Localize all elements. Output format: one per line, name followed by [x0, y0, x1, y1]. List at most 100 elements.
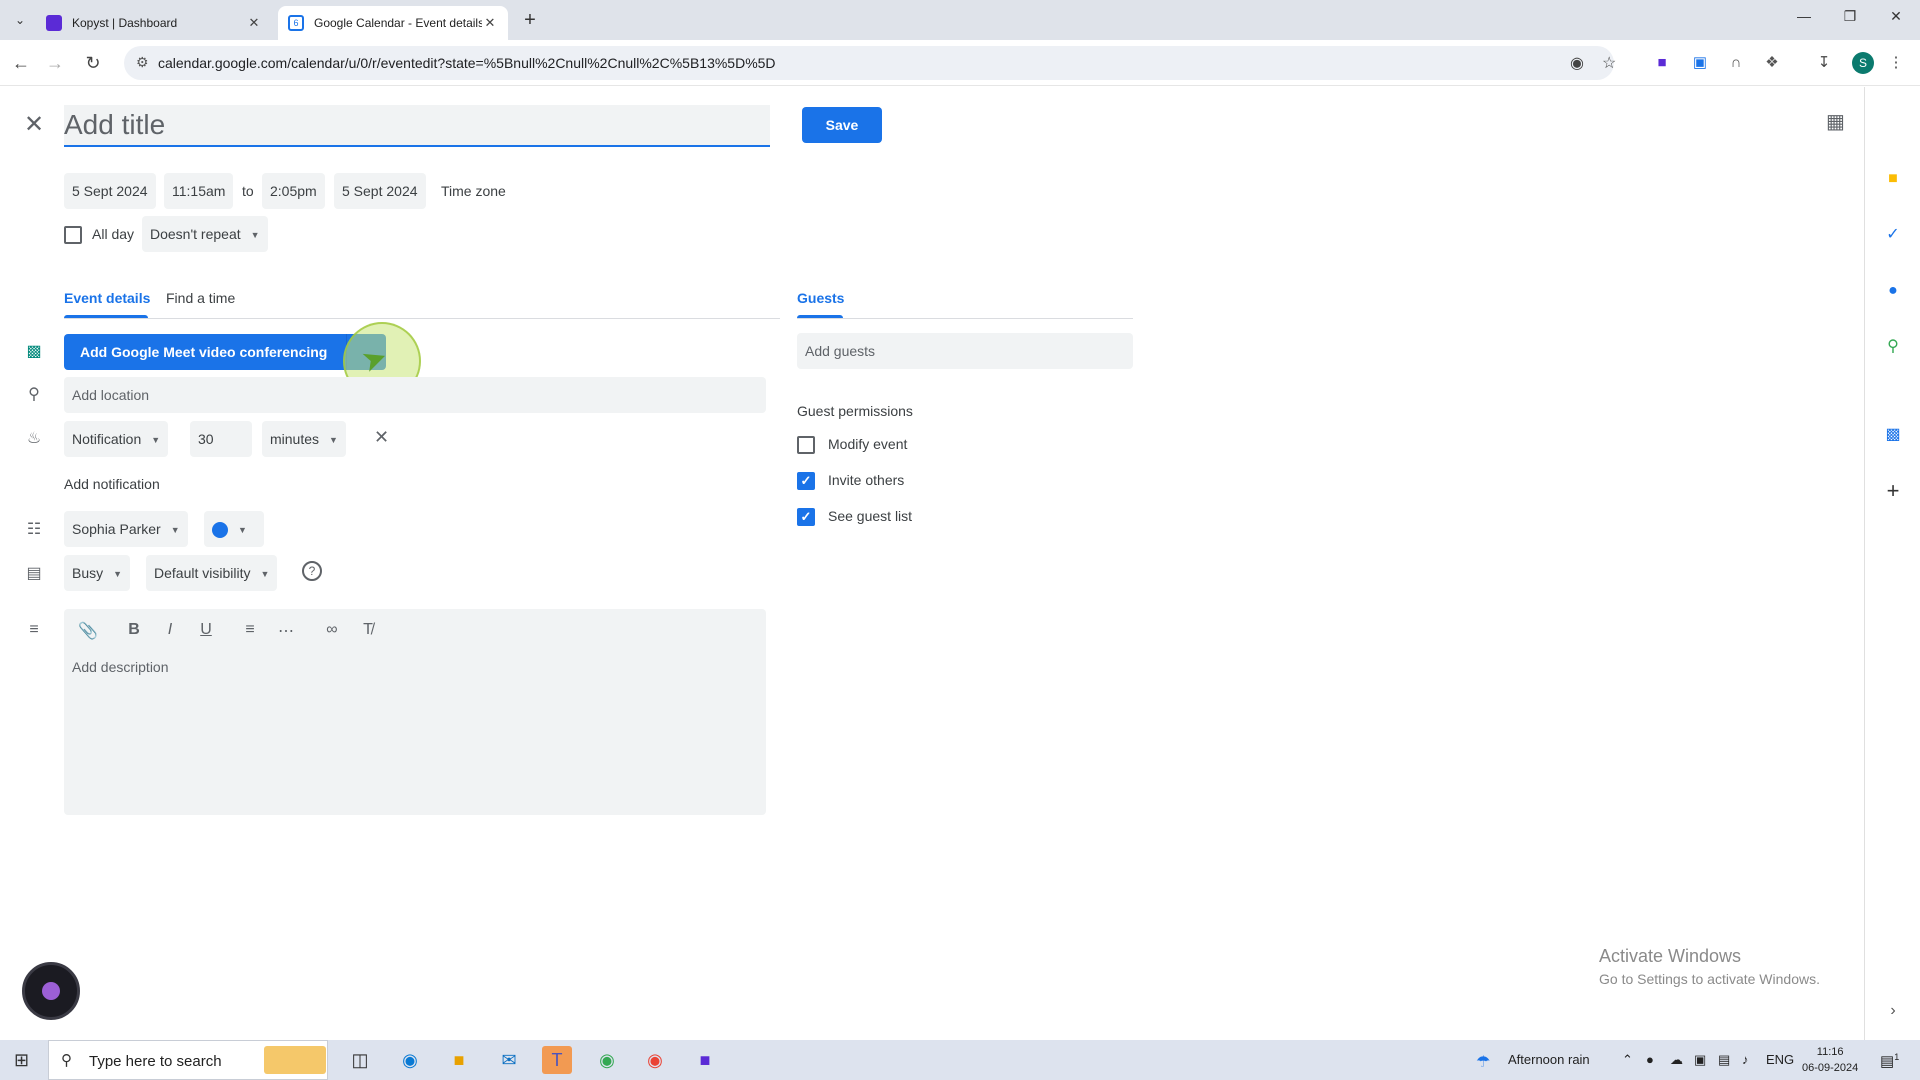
bulleted-list-icon[interactable]: ⋯: [274, 621, 298, 641]
eye-icon[interactable]: ◉: [1570, 53, 1584, 73]
remove-formatting-icon[interactable]: T̸: [356, 621, 380, 639]
modify-event-label: Modify event: [828, 436, 908, 452]
expand-panel-icon[interactable]: ›: [1883, 1001, 1903, 1021]
back-icon[interactable]: ←: [10, 52, 32, 74]
tray-expand-icon[interactable]: ⌃: [1622, 1052, 1633, 1068]
restore-icon[interactable]: ❐: [1838, 8, 1862, 25]
windows-start-icon[interactable]: ⊞: [14, 1050, 29, 1071]
browser-tab-kopyst[interactable]: Kopyst | Dashboard ✕: [36, 6, 272, 40]
close-tab-icon[interactable]: ✕: [482, 15, 498, 31]
taskbar-clock[interactable]: 11:16 06-09-2024: [1802, 1044, 1858, 1076]
screen-recorder-button[interactable]: [22, 962, 80, 1020]
teams-icon[interactable]: T: [542, 1046, 572, 1074]
close-tab-icon[interactable]: ✕: [246, 15, 262, 31]
network-icon[interactable]: ▤: [1718, 1052, 1730, 1068]
browser-profile-avatar[interactable]: S: [1852, 52, 1874, 74]
link-icon[interactable]: ∞: [320, 621, 344, 639]
extension-arc-icon[interactable]: ∩: [1726, 53, 1746, 73]
description-editor[interactable]: 📎 B I U ≡ ⋯ ∞ T̸ Add description: [64, 609, 766, 815]
add-notification-link[interactable]: Add notification: [64, 476, 160, 492]
end-time-chip[interactable]: 2:05pm: [262, 173, 325, 209]
visibility-dropdown[interactable]: Default visibility ▼: [146, 555, 278, 591]
start-time-chip[interactable]: 11:15am: [164, 173, 234, 209]
onedrive-icon[interactable]: ☁: [1670, 1052, 1683, 1068]
end-date-chip[interactable]: 5 Sept 2024: [334, 173, 426, 209]
repeat-dropdown[interactable]: Doesn't repeat ▼: [142, 216, 268, 252]
chrome-profile-icon[interactable]: ◉: [640, 1046, 670, 1074]
tray-device-icon[interactable]: ▣: [1694, 1052, 1706, 1068]
numbered-list-icon[interactable]: ≡: [238, 621, 262, 639]
bold-icon[interactable]: B: [122, 621, 146, 639]
close-window-icon[interactable]: ✕: [1884, 8, 1908, 25]
invite-others-label: Invite others: [828, 472, 905, 488]
clock-time: 11:16: [1816, 1046, 1844, 1058]
dropdown-arrow-icon: ▼: [238, 525, 247, 536]
tab-find-a-time[interactable]: Find a time: [166, 290, 235, 306]
weather-text[interactable]: Afternoon rain: [1508, 1052, 1590, 1067]
weather-icon: ☂: [1476, 1054, 1491, 1071]
search-highlight-icon[interactable]: [264, 1046, 326, 1074]
bookmark-star-icon[interactable]: ☆: [1602, 53, 1616, 73]
close-event-icon[interactable]: ✕: [24, 113, 44, 137]
help-icon[interactable]: ?: [302, 561, 322, 581]
italic-icon[interactable]: I: [158, 621, 182, 639]
kopyst-extension-icon[interactable]: ■: [1652, 53, 1672, 73]
tab-guests[interactable]: Guests: [797, 290, 844, 306]
kopyst-app-icon[interactable]: ■: [690, 1046, 720, 1074]
contacts-icon[interactable]: ●: [1883, 281, 1903, 301]
site-info-icon[interactable]: ⚙: [136, 54, 149, 71]
zoom-icon[interactable]: ▩: [1883, 425, 1903, 445]
event-color-dropdown[interactable]: ▼: [204, 511, 264, 547]
notification-value-input[interactable]: 30: [190, 421, 252, 457]
task-view-icon[interactable]: ◫: [345, 1046, 375, 1074]
all-day-checkbox[interactable]: [64, 226, 82, 244]
minimize-icon[interactable]: —: [1792, 8, 1816, 24]
notification-type-dropdown[interactable]: Notification ▼: [64, 421, 169, 457]
briefcase-icon: ▤: [26, 565, 42, 582]
notification-count: 1: [1894, 1052, 1900, 1062]
tab-event-details[interactable]: Event details: [64, 290, 150, 306]
notification-unit-dropdown[interactable]: minutes ▼: [262, 421, 346, 457]
new-tab-button[interactable]: +: [520, 10, 540, 30]
address-bar[interactable]: ⚙ calendar.google.com/calendar/u/0/r/eve…: [124, 46, 1616, 80]
kopyst-favicon-icon: [46, 15, 62, 31]
browser-menu-icon[interactable]: ⋮: [1886, 53, 1906, 73]
see-guest-list-checkbox[interactable]: ✓: [797, 508, 815, 526]
file-explorer-icon[interactable]: ■: [444, 1046, 474, 1074]
browser-tab-calendar[interactable]: 6 Google Calendar - Event details ✕: [278, 6, 508, 40]
chrome-icon[interactable]: ◉: [592, 1046, 622, 1074]
event-title-input[interactable]: [64, 105, 770, 147]
add-google-meet-button[interactable]: Add Google Meet video conferencing: [64, 334, 386, 370]
mail-icon[interactable]: ✉: [494, 1046, 524, 1074]
invite-others-checkbox[interactable]: ✓: [797, 472, 815, 490]
language-indicator[interactable]: ENG: [1766, 1052, 1794, 1067]
modify-event-checkbox[interactable]: [797, 436, 815, 454]
tasks-icon[interactable]: ✓: [1883, 225, 1903, 245]
add-guests-input[interactable]: Add guests: [797, 333, 1133, 369]
puzzle-extensions-icon[interactable]: ❖: [1762, 53, 1782, 73]
watermark-line2: Go to Settings to activate Windows.: [1599, 971, 1820, 987]
remove-notification-icon[interactable]: ✕: [374, 427, 389, 448]
guests-tab-indicator: [797, 315, 843, 318]
forward-icon[interactable]: →: [44, 52, 66, 74]
attachment-icon[interactable]: 📎: [76, 621, 100, 641]
tab-list-button[interactable]: ⌄: [10, 10, 30, 30]
extension-icon[interactable]: ▣: [1690, 53, 1710, 73]
start-date-chip[interactable]: 5 Sept 2024: [64, 173, 156, 209]
keep-icon[interactable]: ■: [1883, 169, 1903, 189]
availability-dropdown[interactable]: Busy ▼: [64, 555, 131, 591]
timezone-link[interactable]: Time zone: [441, 183, 506, 199]
location-input[interactable]: Add location: [64, 377, 766, 413]
save-button[interactable]: Save: [802, 107, 882, 143]
underline-icon[interactable]: U: [194, 621, 218, 639]
maps-icon[interactable]: ⚲: [1883, 337, 1903, 357]
notification-center-icon[interactable]: ▤1: [1880, 1052, 1899, 1070]
add-addon-icon[interactable]: +: [1883, 480, 1903, 502]
volume-icon[interactable]: ♪: [1742, 1052, 1749, 1067]
edge-icon[interactable]: ◉: [395, 1046, 425, 1074]
reload-icon[interactable]: ↻: [82, 52, 104, 74]
tray-app-icon[interactable]: ●: [1646, 1052, 1654, 1067]
calendar-owner-dropdown[interactable]: Sophia Parker ▼: [64, 511, 188, 547]
google-apps-icon[interactable]: ▦: [1826, 109, 1845, 134]
download-icon[interactable]: ↧: [1814, 53, 1834, 73]
